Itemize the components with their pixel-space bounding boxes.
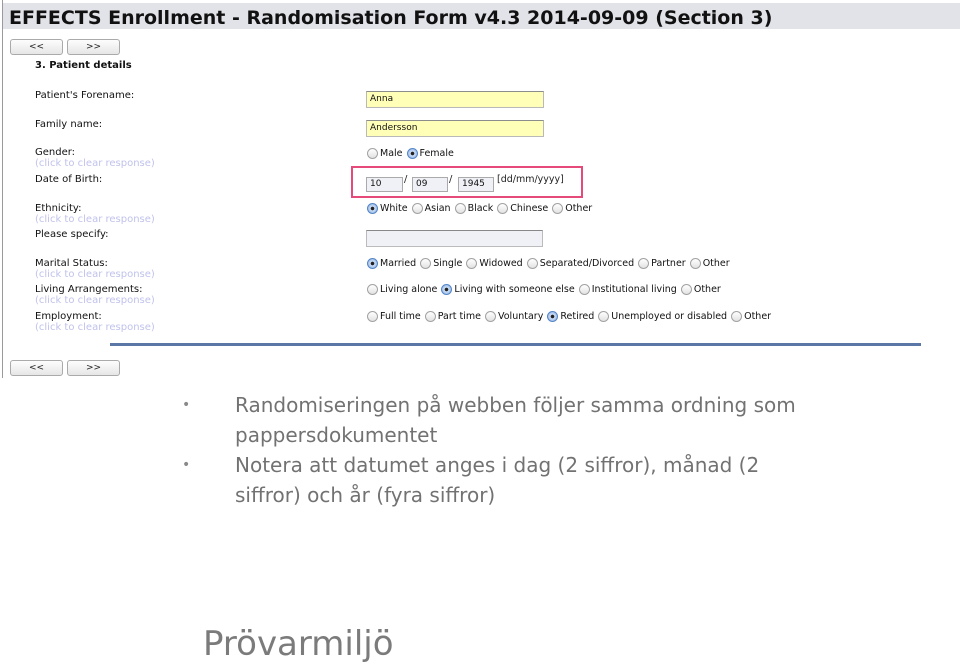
next-button-top[interactable]: >> (67, 39, 120, 55)
forename-input[interactable]: Anna (366, 91, 544, 108)
living-arrangements-label: Living Arrangements: (35, 284, 143, 295)
section-title: 3. Patient details (35, 60, 132, 71)
radio-checked-icon[interactable] (441, 284, 453, 295)
radio-unchecked-icon[interactable] (367, 311, 378, 322)
employment-clear-link[interactable]: (click to clear response) (35, 322, 155, 333)
employment-option-other[interactable]: Other (731, 311, 771, 322)
radio-unchecked-icon[interactable] (598, 311, 610, 322)
marital-option-partner[interactable]: Partner (638, 258, 686, 269)
ethnicity-option-asian[interactable]: Asian (411, 203, 451, 214)
gender-option-female[interactable]: Female (406, 148, 454, 159)
radio-unchecked-icon[interactable] (497, 203, 509, 214)
prev-button-bottom[interactable]: << (10, 360, 63, 376)
dob-label: Date of Birth: (35, 174, 103, 185)
dob-format-hint: [dd/mm/yyyy] (497, 174, 564, 185)
employment-radio-group: Full time Part time Voluntary Retired Un… (367, 311, 775, 322)
gender-radio-group: Male Female (367, 148, 458, 159)
slide-bullet-list: • Randomiseringen på webben följer samma… (180, 390, 820, 510)
ethnicity-option-chinese[interactable]: Chinese (497, 203, 548, 214)
next-button-bottom[interactable]: >> (67, 360, 120, 376)
ethnicity-clear-link[interactable]: (click to clear response) (35, 214, 155, 225)
family-name-label: Family name: (35, 119, 103, 130)
slide-bullet: • Notera att datumet anges i dag (2 siff… (180, 450, 820, 510)
radio-checked-icon[interactable] (367, 203, 378, 214)
radio-unchecked-icon[interactable] (578, 284, 590, 295)
radio-checked-icon[interactable] (367, 258, 378, 269)
family-name-input[interactable]: Andersson (366, 120, 544, 137)
window-border (2, 0, 3, 378)
living-option-with-someone[interactable]: Living with someone else (441, 284, 575, 295)
marital-status-clear-link[interactable]: (click to clear response) (35, 269, 155, 280)
employment-option-part-time[interactable]: Part time (424, 311, 481, 322)
radio-unchecked-icon[interactable] (454, 203, 466, 214)
marital-status-label: Marital Status: (35, 258, 108, 269)
gender-label: Gender: (35, 147, 76, 158)
radio-unchecked-icon[interactable] (689, 258, 701, 269)
bullet-dot-icon: • (182, 457, 191, 473)
please-specify-label: Please specify: (35, 229, 109, 240)
radio-checked-icon[interactable] (406, 148, 418, 159)
dob-separator: / (404, 174, 408, 185)
ethnicity-radio-group: White Asian Black Chinese Other (367, 203, 596, 214)
radio-unchecked-icon[interactable] (424, 311, 436, 322)
living-option-institutional[interactable]: Institutional living (578, 284, 677, 295)
marital-option-separated[interactable]: Separated/Divorced (526, 258, 634, 269)
slide-bullet: • Randomiseringen på webben följer samma… (180, 390, 820, 450)
marital-option-widowed[interactable]: Widowed (466, 258, 523, 269)
employment-label: Employment: (35, 311, 102, 322)
dob-year-input[interactable]: 1945 (458, 177, 494, 192)
section-divider (110, 343, 921, 346)
ethnicity-label: Ethnicity: (35, 203, 82, 214)
marital-option-single[interactable]: Single (420, 258, 462, 269)
radio-unchecked-icon[interactable] (731, 311, 743, 322)
employment-option-retired[interactable]: Retired (547, 311, 594, 322)
form-title: EFFECTS Enrollment - Randomisation Form … (9, 7, 773, 29)
forename-label: Patient's Forename: (35, 90, 135, 101)
radio-unchecked-icon[interactable] (526, 258, 538, 269)
title-bar: EFFECTS Enrollment - Randomisation Form … (3, 3, 960, 29)
prev-button-top[interactable]: << (10, 39, 63, 55)
employment-option-voluntary[interactable]: Voluntary (484, 311, 543, 322)
dob-separator: / (449, 174, 453, 185)
employment-option-unemployed[interactable]: Unemployed or disabled (598, 311, 727, 322)
employment-option-full-time[interactable]: Full time (367, 311, 421, 322)
marital-status-radio-group: Married Single Widowed Separated/Divorce… (367, 258, 734, 269)
ethnicity-option-white[interactable]: White (367, 203, 408, 214)
marital-option-married[interactable]: Married (367, 258, 416, 269)
radio-unchecked-icon[interactable] (552, 203, 564, 214)
radio-unchecked-icon[interactable] (484, 311, 496, 322)
radio-checked-icon[interactable] (547, 311, 559, 322)
form-screenshot: EFFECTS Enrollment - Randomisation Form … (0, 0, 960, 380)
dob-day-input[interactable]: 10 (366, 177, 403, 192)
radio-unchecked-icon[interactable] (411, 203, 423, 214)
ethnicity-option-black[interactable]: Black (454, 203, 493, 214)
bullet-dot-icon: • (182, 397, 191, 413)
living-arrangements-clear-link[interactable]: (click to clear response) (35, 295, 155, 306)
radio-unchecked-icon[interactable] (420, 258, 432, 269)
radio-unchecked-icon[interactable] (367, 148, 378, 159)
ethnicity-option-other[interactable]: Other (552, 203, 592, 214)
living-option-alone[interactable]: Living alone (367, 284, 437, 295)
gender-option-male[interactable]: Male (367, 148, 403, 159)
dob-month-input[interactable]: 09 (412, 177, 448, 192)
gender-clear-link[interactable]: (click to clear response) (35, 158, 155, 169)
slide-footer-title: Prövarmiljö (203, 624, 394, 664)
radio-unchecked-icon[interactable] (680, 284, 692, 295)
radio-unchecked-icon[interactable] (466, 258, 478, 269)
please-specify-input[interactable] (366, 230, 543, 247)
marital-option-other[interactable]: Other (689, 258, 730, 269)
living-arrangements-radio-group: Living alone Living with someone else In… (367, 284, 725, 295)
radio-unchecked-icon[interactable] (638, 258, 650, 269)
radio-unchecked-icon[interactable] (367, 284, 378, 295)
living-option-other[interactable]: Other (680, 284, 721, 295)
